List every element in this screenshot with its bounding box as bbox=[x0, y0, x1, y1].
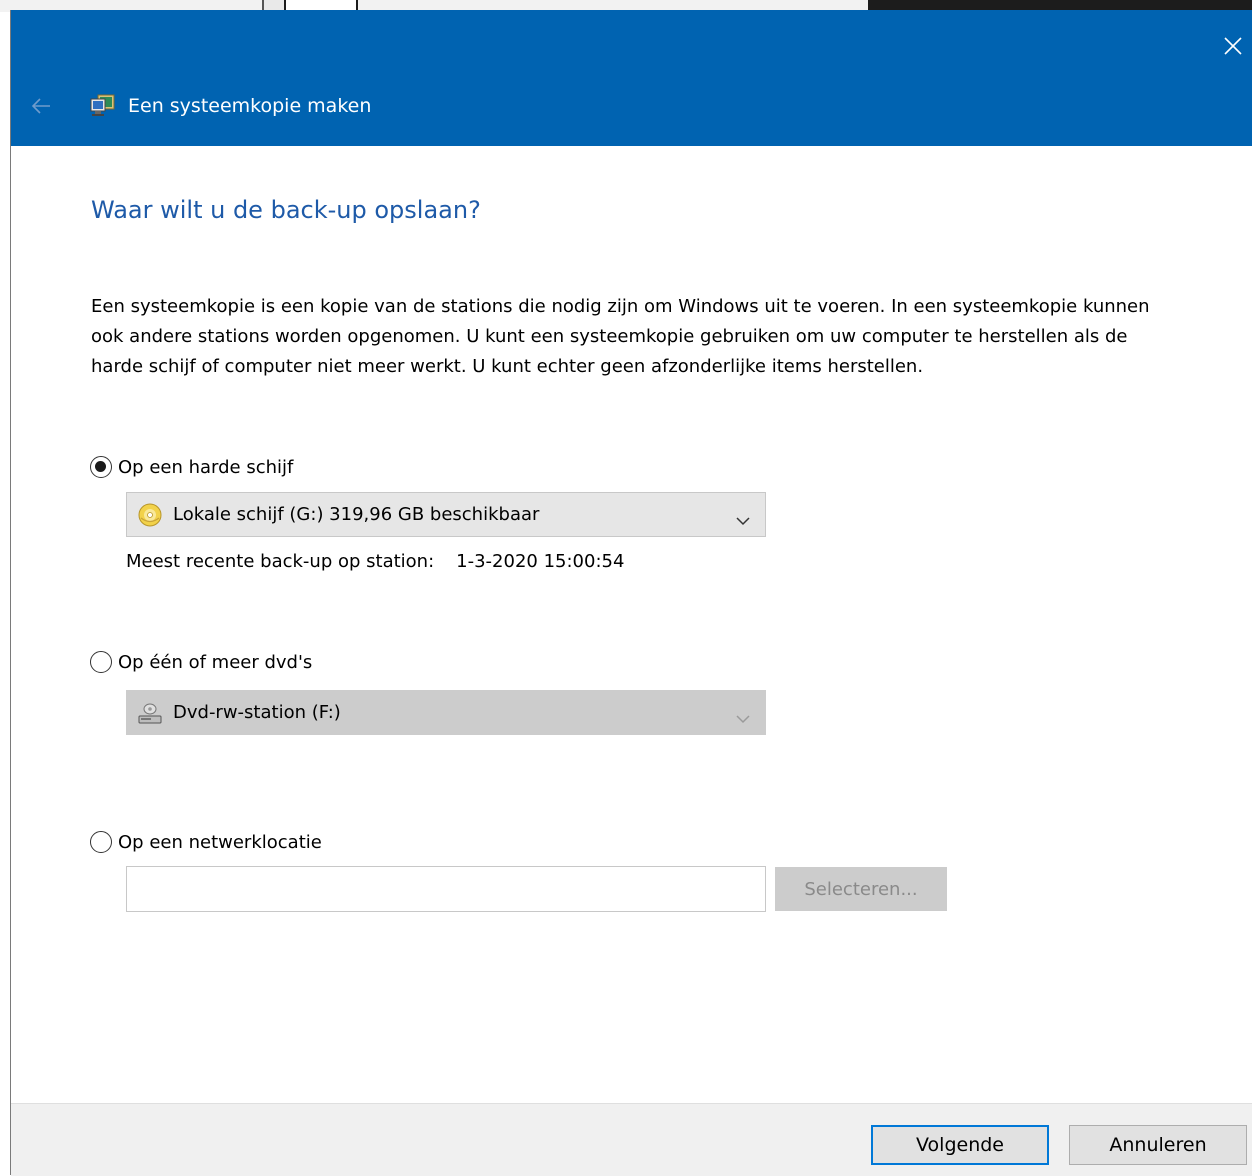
recent-backup-value: 1-3-2020 15:00:54 bbox=[456, 551, 625, 572]
radio-dvd[interactable]: Op één of meer dvd's bbox=[90, 648, 312, 676]
dvd-dropdown-value: Dvd-rw-station (F:) bbox=[173, 702, 341, 723]
chevron-down-icon bbox=[735, 708, 751, 723]
radio-button-dvd[interactable] bbox=[90, 651, 112, 673]
backup-computer-icon bbox=[89, 94, 115, 118]
dvd-dropdown[interactable]: Dvd-rw-station (F:) bbox=[126, 690, 766, 735]
radio-label-dvd: Op één of meer dvd's bbox=[118, 651, 313, 673]
recent-backup-label: Meest recente back-up op station: bbox=[126, 551, 435, 572]
description-text: Een systeemkopie is een kopie van de sta… bbox=[91, 296, 1150, 377]
window-title: Een systeemkopie maken bbox=[128, 95, 372, 117]
network-location-input[interactable] bbox=[126, 866, 766, 912]
radio-label-hard-disk: Op een harde schijf bbox=[118, 456, 294, 478]
dvd-drive-icon bbox=[137, 700, 163, 726]
radio-network[interactable]: Op een netwerklocatie bbox=[90, 828, 322, 856]
radio-label-network: Op een netwerklocatie bbox=[118, 831, 322, 853]
back-arrow-icon bbox=[31, 98, 50, 114]
radio-button-network[interactable] bbox=[90, 831, 112, 853]
disk-drive-icon bbox=[137, 502, 163, 528]
create-system-image-dialog: Een systeemkopie maken Waar wilt u de ba… bbox=[10, 10, 1252, 1176]
dialog-footer: Volgende Annuleren bbox=[11, 1103, 1252, 1176]
chevron-down-icon bbox=[735, 510, 751, 525]
page-heading: Waar wilt u de back-up opslaan? bbox=[91, 196, 481, 224]
recent-backup-info: Meest recente back-up op station: 1-3-202… bbox=[126, 547, 624, 577]
title-bar: Een systeemkopie maken bbox=[11, 10, 1252, 146]
radio-hard-disk[interactable]: Op een harde schijf bbox=[90, 453, 293, 481]
cancel-button[interactable]: Annuleren bbox=[1069, 1125, 1247, 1165]
back-button[interactable] bbox=[29, 94, 53, 118]
radio-button-hard-disk[interactable] bbox=[90, 456, 112, 478]
close-icon bbox=[1224, 37, 1242, 55]
hard-disk-dropdown[interactable]: Lokale schijf (G:) 319,96 GB beschikbaar bbox=[126, 492, 766, 537]
next-button[interactable]: Volgende bbox=[871, 1125, 1049, 1165]
close-button[interactable] bbox=[1219, 32, 1247, 60]
select-network-location-button[interactable]: Selecteren... bbox=[775, 867, 947, 911]
hard-disk-dropdown-value: Lokale schijf (G:) 319,96 GB beschikbaar bbox=[173, 504, 540, 525]
